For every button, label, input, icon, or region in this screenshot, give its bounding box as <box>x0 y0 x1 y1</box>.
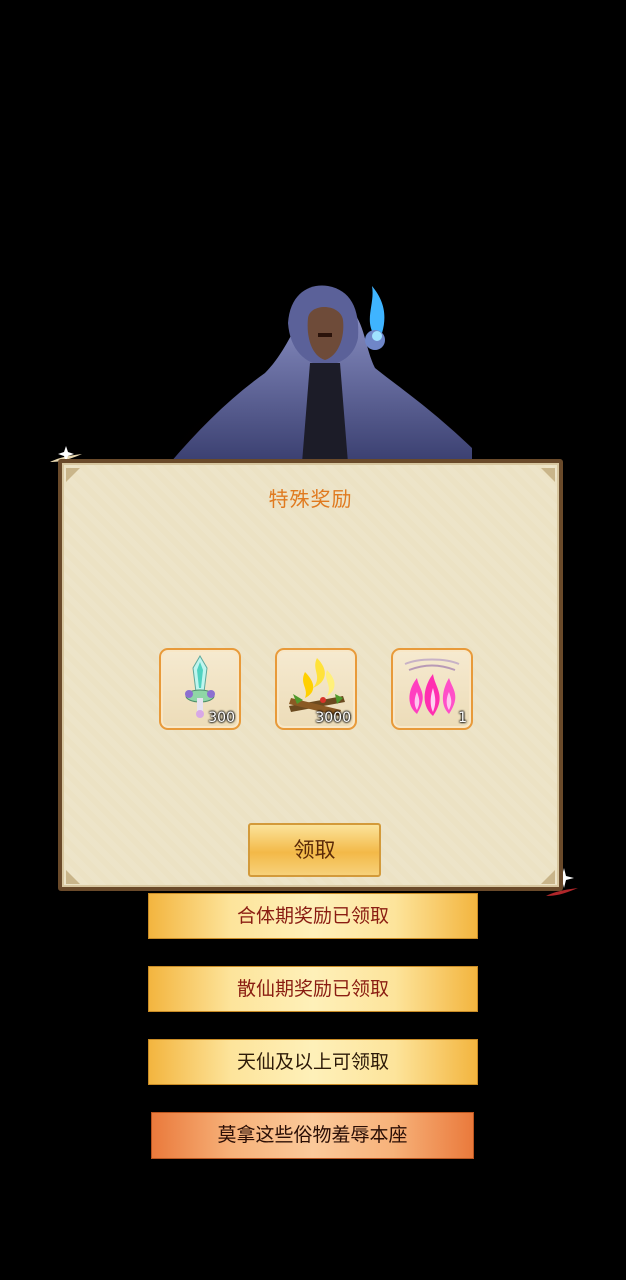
corner-ornament-icon <box>66 869 80 884</box>
reward-count: 300 <box>208 710 235 726</box>
reward-slot-2[interactable]: 3000 <box>275 648 357 730</box>
panel-title: 特殊奖励 <box>268 487 353 511</box>
reward-slot-1[interactable]: 300 <box>159 648 241 730</box>
corner-ornament-icon <box>66 467 80 482</box>
reward-slot-3[interactable]: 1 <box>391 648 473 730</box>
panel-body: 特殊奖励 300 3000 1 领取 <box>62 463 559 887</box>
option-heti-reward-claimed[interactable]: 合体期奖励已领取 <box>148 893 478 939</box>
claim-button[interactable]: 领取 <box>248 823 381 877</box>
option-sanxian-reward-claimed[interactable]: 散仙期奖励已领取 <box>148 966 478 1012</box>
corner-ornament-icon <box>541 869 555 884</box>
option-tianxian-claimable[interactable]: 天仙及以上可领取 <box>148 1039 478 1085</box>
hooded-sorcerer-portrait <box>160 278 480 468</box>
reward-count: 3000 <box>315 710 351 726</box>
special-reward-panel: 特殊奖励 300 3000 1 领取 <box>58 459 563 891</box>
corner-ornament-icon <box>541 467 555 482</box>
pink-spirit-flame-icon <box>404 658 460 716</box>
reward-count: 1 <box>458 710 467 726</box>
dismiss-button[interactable]: 莫拿这些俗物羞辱本座 <box>151 1112 474 1159</box>
